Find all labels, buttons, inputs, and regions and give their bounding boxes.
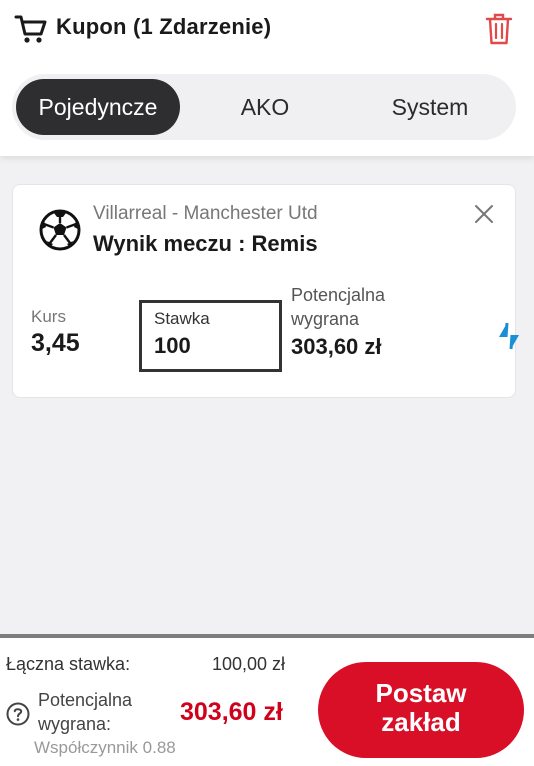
bet-type-tabs: Pojedyncze AKO System bbox=[12, 74, 516, 140]
coefficient-text: Współczynnik 0.88 bbox=[34, 738, 176, 757]
event-name: Villarreal - Manchester Utd bbox=[93, 203, 318, 224]
potential-win-label: Potencjalna wygrana bbox=[291, 285, 386, 329]
betslip-footer: Łączna stawka: 100,00 zł Potencjalna wyg… bbox=[0, 634, 534, 766]
total-stake-value: 100,00 zł bbox=[212, 654, 286, 674]
odds-value: 3,45 bbox=[31, 329, 80, 357]
odds-label: Kurs bbox=[31, 307, 66, 326]
tab-ako[interactable]: AKO bbox=[198, 79, 332, 135]
tab-pojedyncze[interactable]: Pojedyncze bbox=[16, 79, 180, 135]
betslip-header: Kupon (1 Zdarzenie) Pojedyncze AKO Syste… bbox=[0, 0, 534, 156]
shopping-cart-icon bbox=[14, 15, 47, 43]
stake-input[interactable]: Stawka 100 bbox=[139, 300, 282, 372]
bet-card: Villarreal - Manchester Utd Wynik meczu … bbox=[12, 184, 519, 398]
footer-potential-win-value: 303,60 zł bbox=[180, 698, 283, 726]
trash-icon[interactable] bbox=[484, 12, 514, 46]
market-selection: Wynik meczu : Remis bbox=[93, 231, 318, 256]
betslip-title: Kupon (1 Zdarzenie) bbox=[56, 14, 272, 39]
info-icon[interactable] bbox=[6, 702, 30, 726]
place-bet-label-line2: zakład bbox=[381, 707, 461, 737]
total-stake-label: Łączna stawka: bbox=[6, 654, 131, 674]
place-bet-button[interactable]: Postaw zakład bbox=[318, 662, 524, 758]
stake-value[interactable]: 100 bbox=[154, 333, 191, 359]
place-bet-label-line1: Postaw bbox=[375, 678, 467, 708]
stake-label: Stawka bbox=[154, 309, 210, 328]
switch-arrows-icon[interactable] bbox=[495, 321, 523, 351]
footer-potential-win-label: Potencjalna wygrana: bbox=[38, 690, 133, 734]
tab-system[interactable]: System bbox=[348, 79, 512, 135]
soccer-ball-icon bbox=[39, 209, 81, 251]
potential-win-value: 303,60 zł bbox=[291, 334, 382, 359]
close-icon[interactable] bbox=[473, 203, 495, 225]
